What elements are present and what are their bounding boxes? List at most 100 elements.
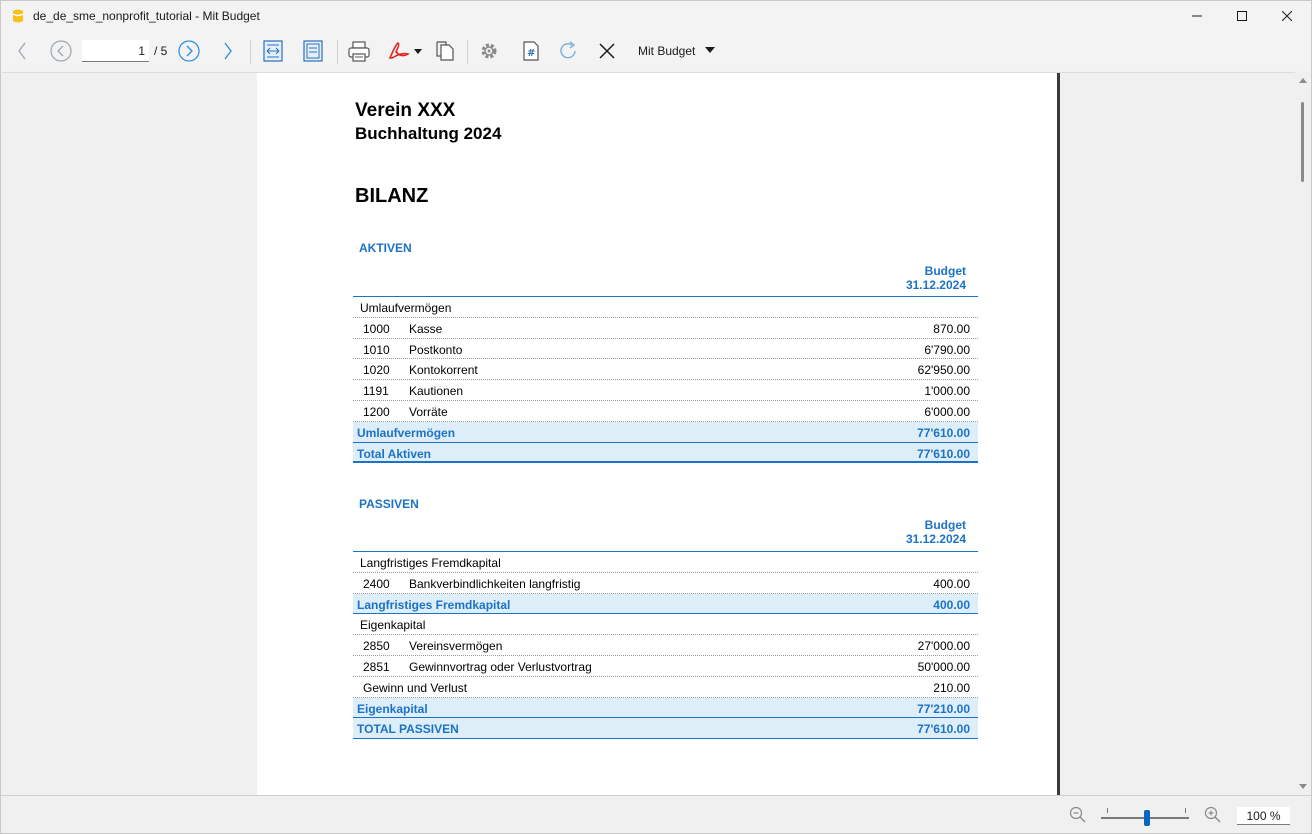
close-window-button[interactable] (1264, 1, 1310, 31)
account-amount: 6'000.00 (924, 404, 970, 419)
zoom-level-field[interactable]: 100 % (1237, 807, 1290, 825)
copy-button[interactable] (431, 37, 459, 65)
account-number: 2400 (363, 576, 390, 591)
fit-width-button[interactable] (260, 37, 286, 65)
account-number: 1200 (363, 404, 390, 419)
column-header-date: 31.12.2024 (905, 532, 966, 546)
previous-page-button[interactable] (47, 37, 75, 65)
subtotal-amount: 400.00 (933, 597, 970, 612)
column-header-label: Budget (924, 518, 966, 532)
fit-page-icon (303, 40, 323, 62)
scroll-down-icon[interactable] (1299, 784, 1307, 789)
account-amount: 27'000.00 (917, 639, 970, 654)
subtotal-label: Eigenkapital (357, 701, 428, 716)
vertical-scrollbar[interactable] (1295, 72, 1311, 795)
column-header-date: 31.12.2024 (905, 278, 966, 292)
table-row: 1000 Kasse 870.00 (353, 318, 978, 339)
table-row: 1010 Postkonto 6'790.00 (353, 339, 978, 360)
settings-button[interactable] (475, 37, 503, 65)
zoom-slider-tick (1185, 808, 1186, 813)
account-number: 2850 (363, 639, 390, 654)
gear-icon (481, 43, 497, 59)
account-amount: 6'790.00 (924, 342, 970, 357)
circle-chevron-right-icon (178, 40, 200, 62)
refresh-button[interactable] (554, 37, 582, 65)
report-page: Verein XXX Buchhaltung 2024 BILANZ AKTIV… (257, 73, 1057, 795)
account-amount: 870.00 (933, 321, 970, 336)
account-amount: 62'950.00 (917, 363, 970, 378)
total-amount: 77'610.00 (917, 446, 970, 461)
subtotal-label: Langfristiges Fremdkapital (357, 597, 511, 612)
page-total: / 5 (154, 44, 168, 58)
printer-icon (348, 41, 370, 62)
close-report-button[interactable] (594, 37, 620, 65)
total-amount: 77'610.00 (917, 722, 970, 737)
account-amount: 1'000.00 (924, 384, 970, 399)
group-row: Langfristiges Fremdkapital (353, 552, 978, 573)
aktiven-table: Umlaufvermögen 1000 Kasse 870.00 1010 Postk… (353, 297, 978, 464)
back-button[interactable] (11, 37, 33, 65)
column-header: Budget 31.12.2024 (353, 518, 974, 546)
column-header: Budget 31.12.2024 (353, 264, 974, 292)
account-description: Vereinsvermögen (409, 639, 503, 654)
minimize-icon (1192, 15, 1202, 17)
copy-icon (436, 41, 454, 61)
account-number: 1191 (363, 384, 389, 399)
subtotal-row: Umlaufvermögen 77'610.00 (353, 421, 978, 443)
zoom-in-icon[interactable] (1204, 806, 1222, 824)
group-label: Eigenkapital (360, 618, 426, 633)
zoom-slider-thumb[interactable] (1144, 810, 1150, 826)
section-passiven: PASSIVEN (359, 497, 419, 511)
subtotal-label: Umlaufvermögen (357, 425, 456, 440)
forward-button[interactable] (217, 37, 239, 65)
page-number-button[interactable]: # (517, 37, 545, 65)
page-number-input[interactable] (82, 40, 149, 62)
account-number: 1000 (363, 321, 390, 336)
profit-label: Gewinn und Verlust (363, 680, 468, 695)
account-number: 1020 (363, 363, 390, 378)
subtotal-row: Eigenkapital 77'210.00 (353, 697, 978, 719)
subtotal-amount: 77'210.00 (917, 701, 970, 716)
scroll-up-icon[interactable] (1299, 78, 1307, 83)
close-icon (599, 43, 615, 59)
table-row: 1020 Kontokorrent 62'950.00 (353, 359, 978, 381)
close-icon (1282, 11, 1292, 21)
zoom-slider-tick (1107, 808, 1108, 813)
account-description: Vorräte (409, 404, 448, 419)
maximize-button[interactable] (1219, 1, 1265, 31)
toolbar-separator (337, 40, 338, 64)
toolbar-separator (250, 40, 251, 64)
account-description: Gewinnvortrag oder Verlustvortrag (409, 659, 592, 674)
company-name: Verein XXX (355, 100, 456, 121)
chevron-down-icon[interactable] (705, 47, 715, 53)
table-row: 2400 Bankverbindlichkeiten langfristig 400… (353, 573, 978, 594)
budget-dropdown[interactable]: Mit Budget (638, 44, 695, 58)
report-year: Buchhaltung 2024 (355, 124, 502, 143)
banana-app-icon (12, 9, 24, 23)
print-button[interactable] (345, 37, 373, 65)
maximize-icon (1237, 11, 1247, 21)
minimize-button[interactable] (1174, 1, 1220, 31)
account-number: 2851 (363, 659, 390, 674)
circle-chevron-left-icon (50, 40, 72, 62)
table-row: 1200 Vorräte 6'000.00 (353, 401, 978, 422)
account-description: Bankverbindlichkeiten langfristig (409, 576, 581, 591)
next-page-button[interactable] (175, 37, 203, 65)
subtotal-amount: 77'610.00 (917, 425, 970, 440)
fit-page-button[interactable] (300, 37, 326, 65)
table-row: 2850 Vereinsvermögen 27'000.00 (353, 635, 978, 656)
account-description: Postkonto (409, 342, 463, 357)
svg-text:#: # (527, 48, 535, 59)
table-row: 1191 Kautionen 1'000.00 (353, 380, 978, 401)
export-pdf-button[interactable] (385, 37, 427, 65)
total-row: Total Aktiven 77'610.00 (353, 442, 978, 464)
account-amount: 400.00 (933, 576, 970, 591)
scrollbar-thumb[interactable] (1301, 102, 1304, 182)
section-aktiven: AKTIVEN (359, 241, 412, 255)
table-row: 2851 Gewinnvortrag oder Verlustvortrag 50'… (353, 656, 978, 677)
account-number: 1010 (363, 342, 390, 357)
zoom-out-icon[interactable] (1069, 806, 1087, 824)
title-bar: de_de_sme_nonprofit_tutorial - Mit Budge… (1, 1, 1311, 31)
profit-row: Gewinn und Verlust 210.00 (353, 677, 978, 698)
report-viewer: Verein XXX Buchhaltung 2024 BILANZ AKTIV… (2, 72, 1295, 795)
